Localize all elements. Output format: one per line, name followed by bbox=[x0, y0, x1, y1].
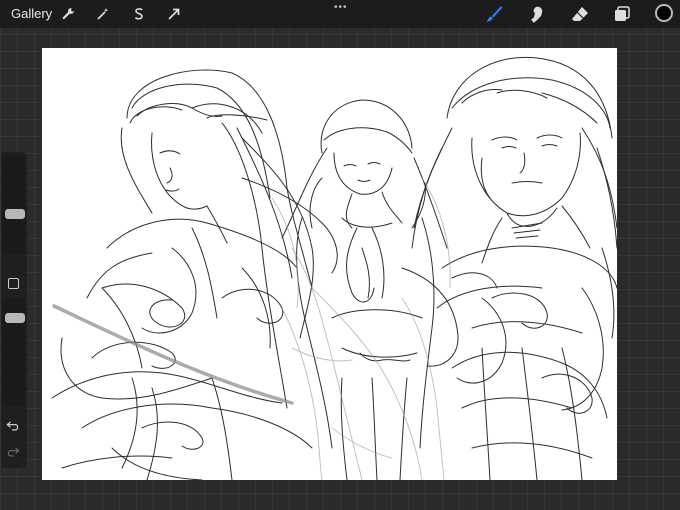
color-picker-swatch[interactable] bbox=[655, 4, 673, 22]
modify-button[interactable] bbox=[8, 278, 19, 289]
drawing-canvas[interactable] bbox=[42, 48, 617, 480]
eraser-icon[interactable] bbox=[570, 4, 590, 24]
sketch-artwork bbox=[51, 56, 617, 480]
brush-size-knob[interactable] bbox=[5, 209, 25, 219]
brush-size-slider[interactable] bbox=[3, 156, 25, 254]
selection-s-icon[interactable] bbox=[128, 3, 150, 25]
wrench-icon[interactable] bbox=[57, 3, 79, 25]
transform-arrow-icon[interactable] bbox=[163, 3, 185, 25]
smudge-icon[interactable] bbox=[527, 4, 547, 24]
layers-icon[interactable] bbox=[612, 4, 632, 24]
opacity-knob[interactable] bbox=[5, 313, 25, 323]
left-sidebar bbox=[1, 152, 27, 468]
canvas-menu-dots[interactable]: ••• bbox=[334, 2, 348, 13]
redo-icon[interactable] bbox=[6, 446, 22, 458]
undo-icon[interactable] bbox=[6, 420, 22, 432]
gallery-button[interactable]: Gallery bbox=[11, 6, 52, 21]
opacity-slider[interactable] bbox=[3, 298, 25, 406]
brush-icon[interactable] bbox=[484, 4, 504, 24]
top-toolbar: Gallery ••• bbox=[0, 0, 680, 28]
magic-wand-icon[interactable] bbox=[92, 3, 114, 25]
